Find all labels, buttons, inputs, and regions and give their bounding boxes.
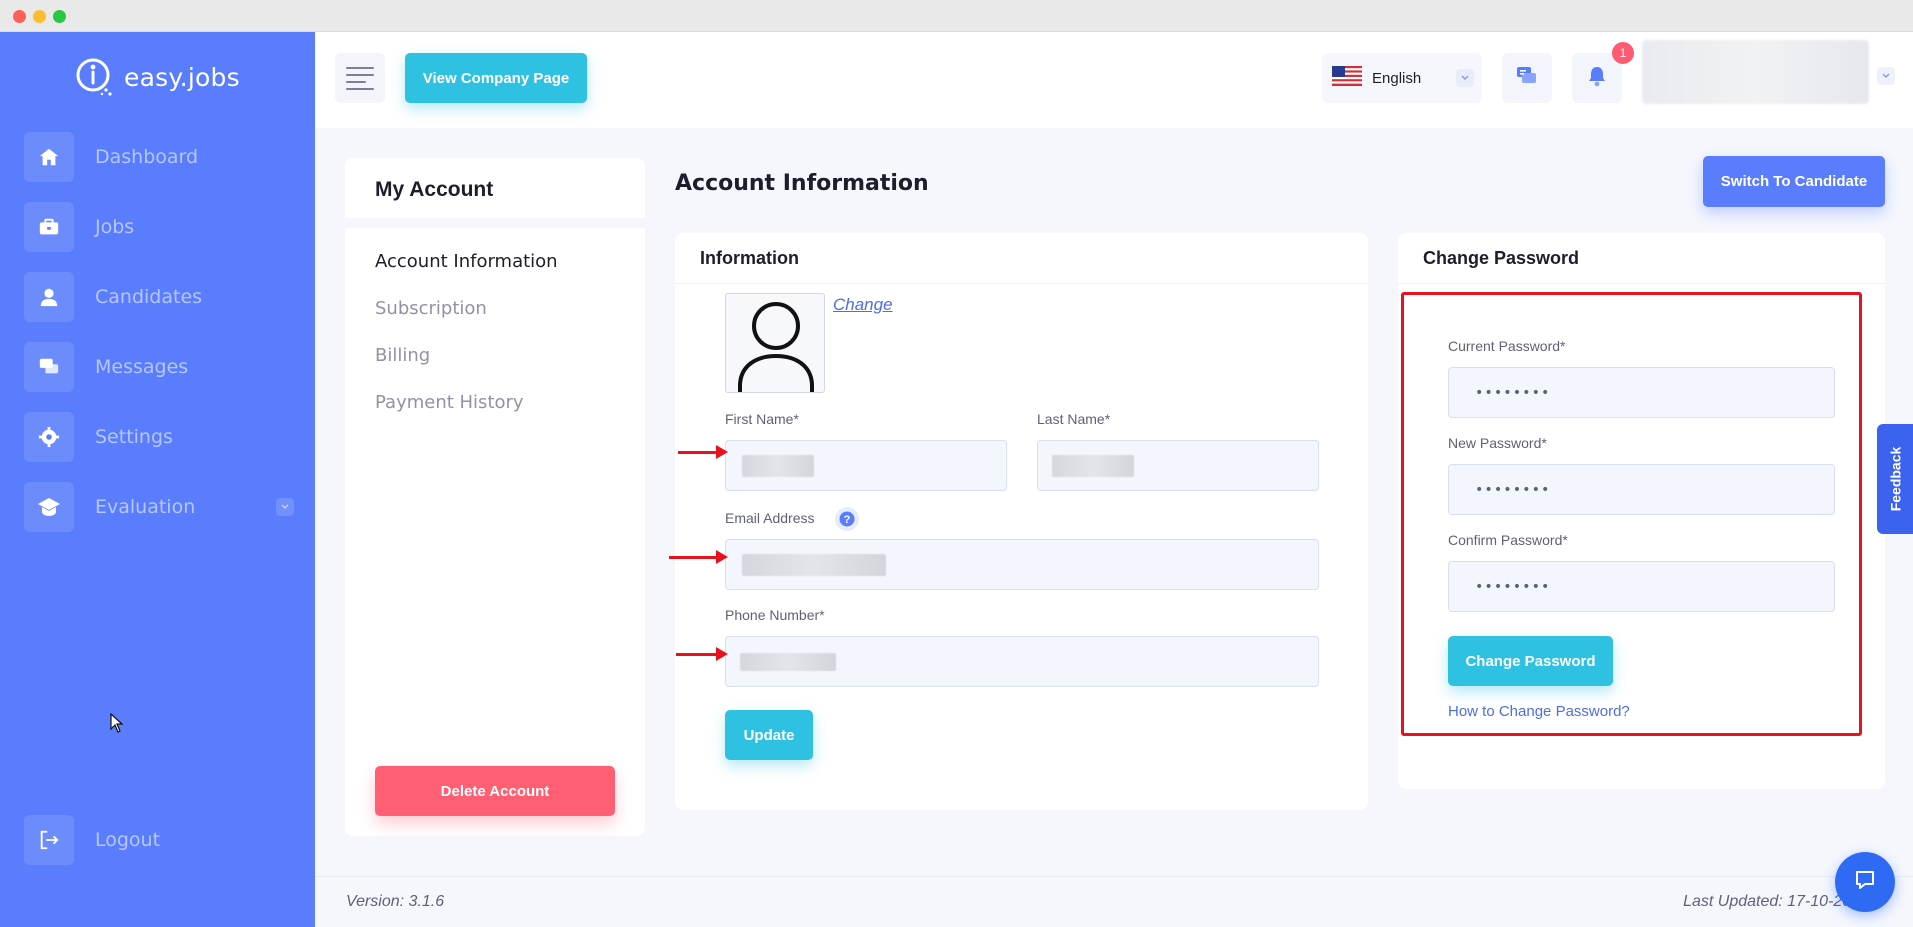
messages-button[interactable] (1502, 53, 1552, 103)
update-button[interactable]: Update (725, 710, 813, 760)
divider (1398, 283, 1885, 284)
menu-toggle-button[interactable] (335, 53, 385, 103)
page-title: Account Information (675, 171, 929, 196)
sidebar-item-label: Logout (95, 829, 161, 851)
chevron-down-icon (1456, 69, 1474, 87)
footer: Version: 3.1.6 Last Updated: 17-10-2022 (315, 876, 1913, 927)
confirm-password-input[interactable] (1448, 561, 1835, 612)
sidebar-item-logout[interactable]: Logout (24, 815, 294, 865)
first-name-label: First Name* (725, 411, 799, 427)
help-icon[interactable]: ? (835, 507, 859, 531)
annotation-arrow (676, 647, 728, 661)
brand-name: easy.jobs (124, 62, 240, 92)
sidebar-item-label: Settings (95, 426, 173, 448)
sidebar-item-evaluation[interactable]: Evaluation (24, 482, 294, 532)
information-card: Information Change First Name* Last Name… (675, 233, 1368, 810)
minimize-window-button[interactable] (33, 10, 46, 23)
change-password-card: Change Password Current Password* New Pa… (1398, 233, 1885, 789)
sidebar-item-label: Messages (95, 356, 189, 378)
window-titlebar (0, 0, 1913, 32)
sidebar: easy.jobs Dashboard Jobs Candidates Mess… (0, 32, 315, 927)
annotation-arrow (678, 445, 728, 459)
logout-icon (24, 815, 74, 865)
version-text: Version: 3.1.6 (346, 893, 445, 910)
account-menu-card: My Account Account Information Subscript… (345, 158, 645, 836)
phone-field[interactable] (725, 636, 1319, 687)
view-company-page-button[interactable]: View Company Page (405, 53, 587, 103)
chevron-down-icon[interactable] (1877, 67, 1895, 85)
user-icon (24, 272, 74, 322)
sidebar-item-label: Candidates (95, 286, 203, 308)
redacted-value (742, 554, 886, 576)
divider (675, 283, 1368, 284)
sidebar-item-label: Dashboard (95, 146, 199, 168)
current-password-label: Current Password* (1448, 338, 1566, 354)
change-photo-link[interactable]: Change (833, 295, 893, 315)
brand-logo[interactable]: easy.jobs (72, 54, 240, 100)
sidebar-item-label: Evaluation (95, 496, 196, 518)
account-menu-title: My Account (375, 178, 494, 201)
account-menu-item-billing[interactable]: Billing (375, 345, 430, 366)
notification-badge: 1 (1612, 42, 1634, 64)
sidebar-item-messages[interactable]: Messages (24, 342, 294, 392)
account-menu-item-account-information[interactable]: Account Information (375, 251, 558, 272)
last-name-field[interactable] (1037, 440, 1319, 491)
sidebar-item-candidates[interactable]: Candidates (24, 272, 294, 322)
annotation-arrow (669, 550, 728, 564)
mouse-cursor-icon (110, 712, 124, 737)
support-chat-button[interactable] (1835, 852, 1895, 912)
chat-icon (24, 342, 74, 392)
maximize-window-button[interactable] (53, 10, 66, 23)
divider (345, 218, 645, 228)
confirm-password-label: Confirm Password* (1448, 532, 1568, 548)
switch-to-candidate-button[interactable]: Switch To Candidate (1703, 156, 1885, 207)
us-flag-icon (1332, 66, 1362, 90)
feedback-tab[interactable]: Feedback (1877, 424, 1913, 534)
delete-account-button[interactable]: Delete Account (375, 766, 615, 816)
close-window-button[interactable] (13, 10, 26, 23)
sidebar-item-jobs[interactable]: Jobs (24, 202, 294, 252)
sidebar-item-dashboard[interactable]: Dashboard (24, 132, 294, 182)
bell-icon (1587, 65, 1607, 91)
redacted-value (742, 455, 814, 477)
change-password-card-title: Change Password (1423, 248, 1580, 268)
top-bar: View Company Page English 1 (315, 32, 1913, 128)
svg-text:?: ? (844, 514, 851, 526)
information-card-title: Information (700, 248, 799, 268)
phone-label: Phone Number* (725, 607, 825, 623)
user-profile-blurred[interactable] (1642, 40, 1869, 104)
feedback-label: Feedback (1887, 446, 1903, 512)
new-password-label: New Password* (1448, 435, 1547, 451)
hamburger-icon (346, 66, 374, 69)
chat-icon (1516, 66, 1538, 90)
avatar (725, 293, 825, 393)
last-name-label: Last Name* (1037, 411, 1111, 427)
chevron-down-icon[interactable] (276, 498, 294, 516)
email-label: Email Address (725, 510, 815, 526)
sidebar-item-settings[interactable]: Settings (24, 412, 294, 462)
sidebar-item-label: Jobs (95, 216, 135, 238)
account-menu-item-subscription[interactable]: Subscription (375, 298, 487, 319)
home-icon (24, 132, 74, 182)
new-password-input[interactable] (1448, 464, 1835, 515)
how-to-change-password-link[interactable]: How to Change Password? (1448, 703, 1630, 720)
email-field[interactable] (725, 539, 1319, 590)
language-label: English (1372, 69, 1422, 87)
briefcase-icon (24, 202, 74, 252)
chat-bubble-icon (1853, 868, 1877, 896)
account-menu-item-payment-history[interactable]: Payment History (375, 392, 524, 413)
gear-icon (24, 412, 74, 462)
graduation-cap-icon (24, 482, 74, 532)
current-password-input[interactable] (1448, 367, 1835, 418)
easyjobs-logo-icon (72, 54, 118, 100)
language-selector[interactable]: English (1322, 53, 1482, 103)
redacted-value (740, 653, 836, 671)
user-silhouette-icon (738, 302, 814, 392)
first-name-field[interactable] (725, 440, 1007, 491)
change-password-button[interactable]: Change Password (1448, 636, 1613, 686)
redacted-value (1052, 455, 1134, 477)
